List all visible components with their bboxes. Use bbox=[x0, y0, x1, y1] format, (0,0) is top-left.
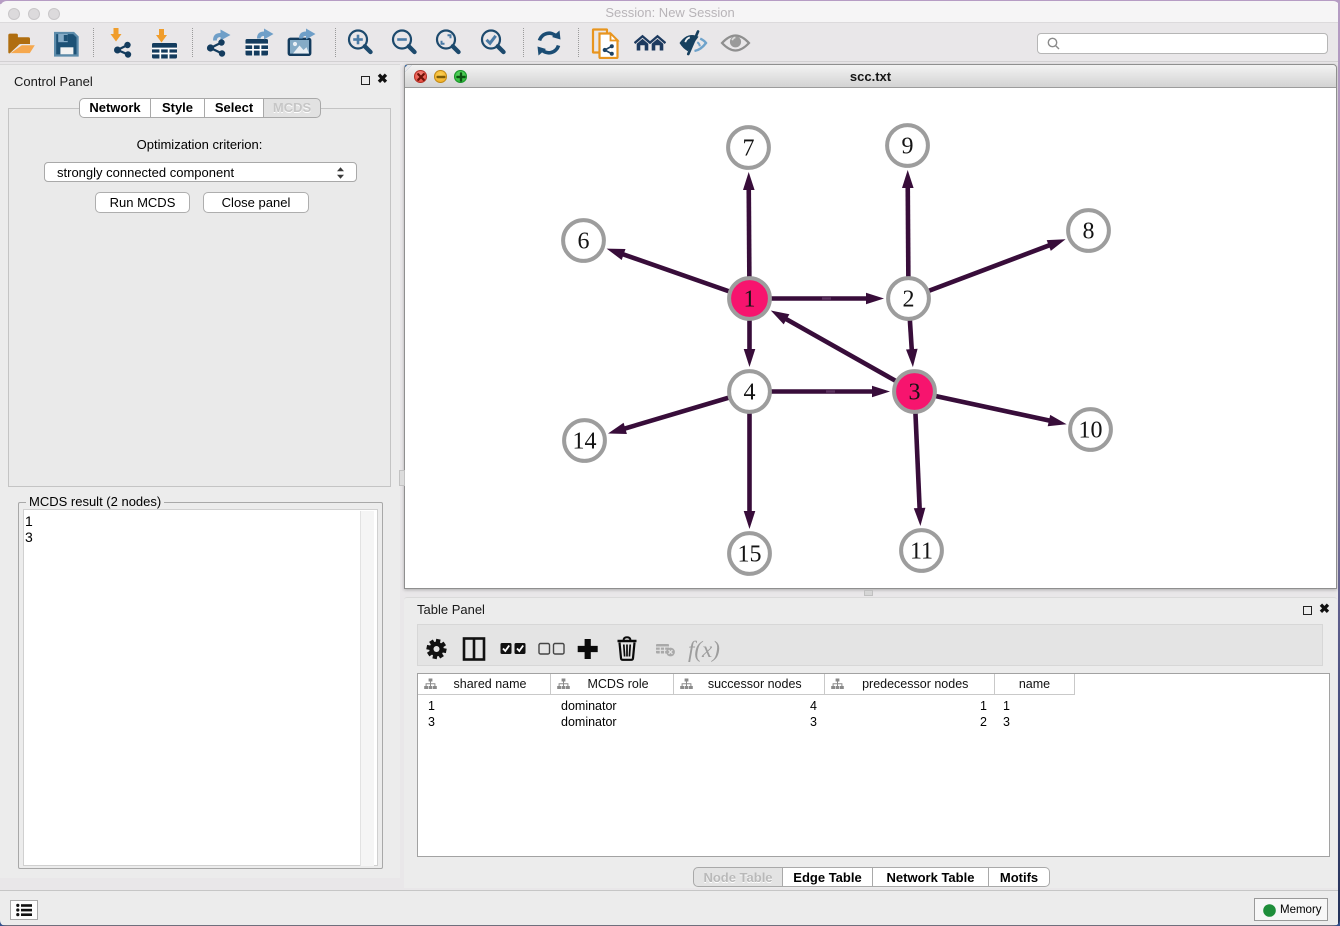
svg-text:6: 6 bbox=[578, 229, 590, 255]
svg-text:4: 4 bbox=[744, 380, 756, 406]
svg-text:f(x): f(x) bbox=[688, 637, 720, 662]
svg-text:1: 1 bbox=[744, 287, 756, 313]
svg-text:11: 11 bbox=[910, 539, 933, 565]
svg-text:9: 9 bbox=[902, 134, 914, 160]
svg-text:10: 10 bbox=[1079, 418, 1103, 444]
svg-text:15: 15 bbox=[738, 542, 762, 568]
svg-text:14: 14 bbox=[573, 429, 597, 455]
svg-text:2: 2 bbox=[903, 287, 915, 313]
svg-text:7: 7 bbox=[743, 136, 755, 162]
svg-text:8: 8 bbox=[1083, 219, 1095, 245]
svg-text:3: 3 bbox=[909, 380, 921, 406]
